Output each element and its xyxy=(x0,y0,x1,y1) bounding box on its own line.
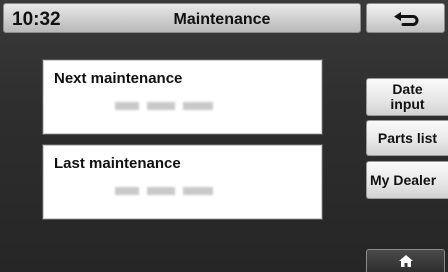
next-maintenance-card: Next maintenance xyxy=(43,60,322,134)
next-maintenance-value-redacted xyxy=(115,102,235,112)
last-maintenance-card: Last maintenance xyxy=(43,145,322,219)
my-dealer-label: My Dealer xyxy=(370,171,437,188)
parts-list-label: Parts list xyxy=(377,129,438,146)
last-maintenance-value-redacted xyxy=(115,187,235,197)
back-button[interactable] xyxy=(366,3,445,33)
date-input-button[interactable]: Date input xyxy=(366,78,448,116)
home-button[interactable] xyxy=(366,249,445,272)
my-dealer-button[interactable]: My Dealer xyxy=(366,161,448,199)
next-maintenance-label: Next maintenance xyxy=(54,70,183,87)
maintenance-screen: 10:32 Maintenance Next maintenance Last … xyxy=(0,0,448,272)
title-bar: 10:32 Maintenance xyxy=(3,3,361,33)
parts-list-button[interactable]: Parts list xyxy=(366,120,448,156)
back-arrow-icon xyxy=(393,12,418,26)
last-maintenance-label: Last maintenance xyxy=(54,155,181,172)
page-title: Maintenance xyxy=(173,11,271,28)
date-input-label: Date input xyxy=(390,81,425,112)
home-icon xyxy=(398,255,413,267)
